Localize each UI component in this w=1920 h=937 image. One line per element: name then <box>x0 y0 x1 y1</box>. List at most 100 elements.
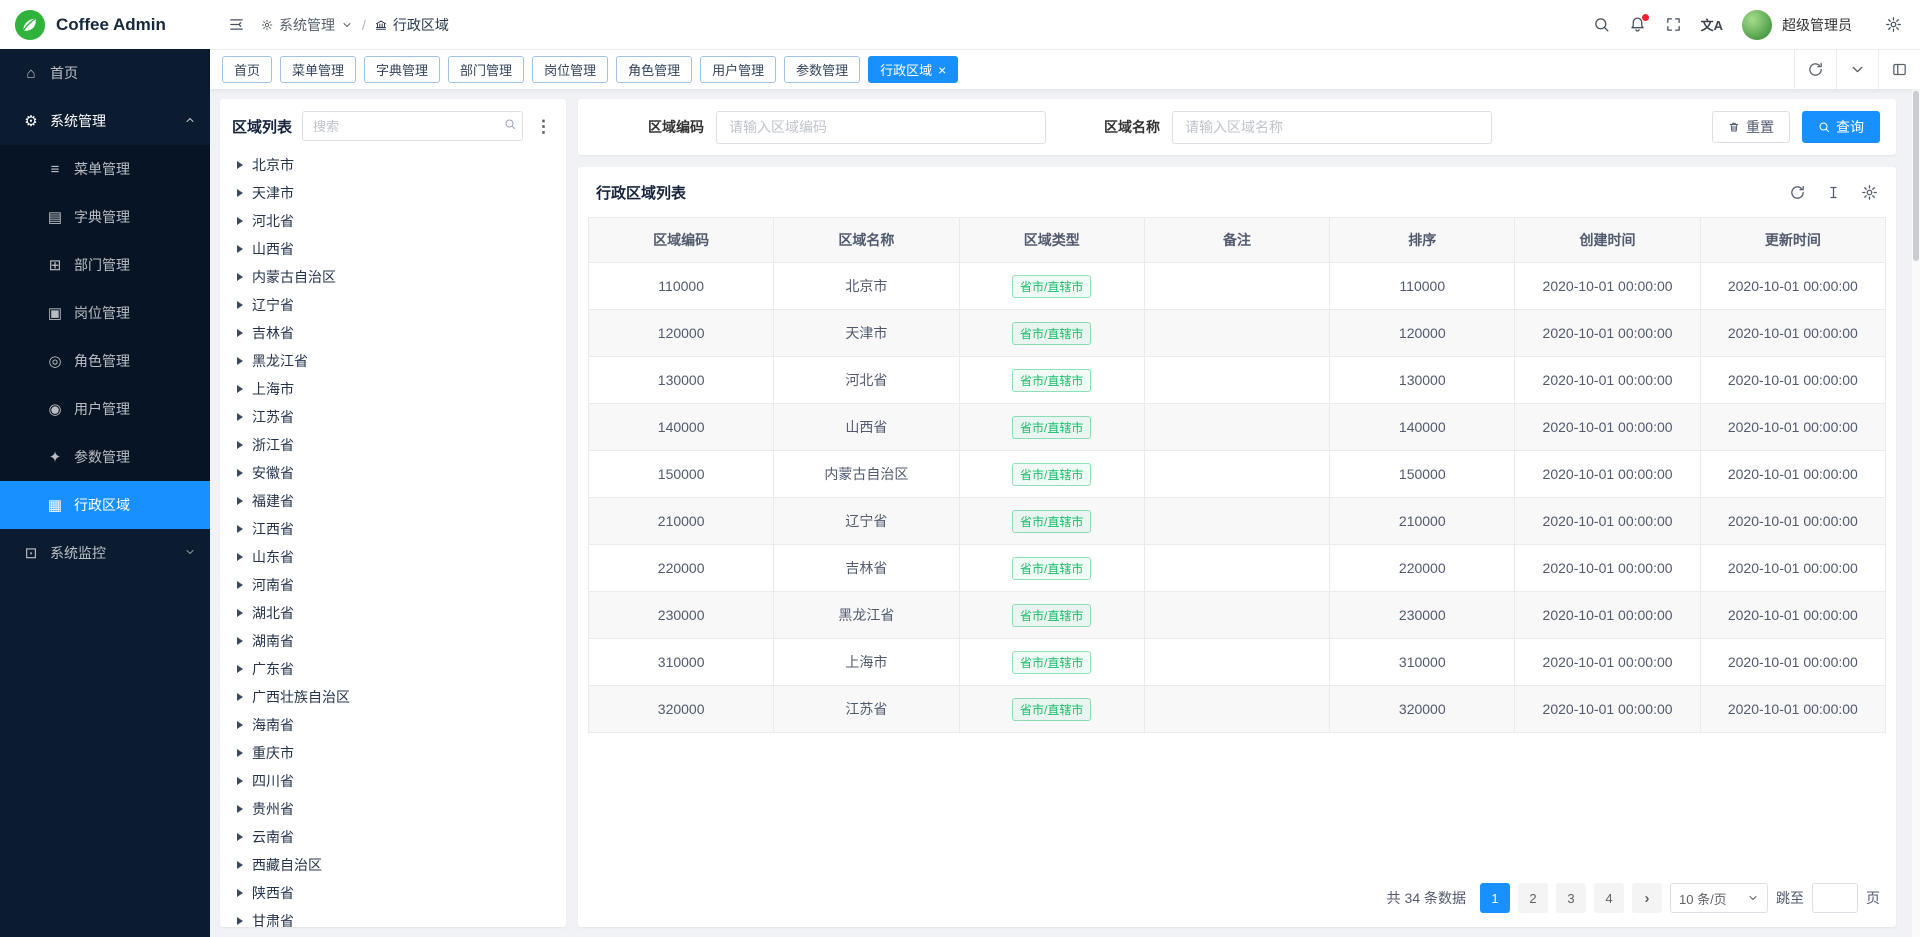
caret-right-icon[interactable] <box>237 413 243 421</box>
refresh-tabs-icon[interactable] <box>1794 50 1836 89</box>
layout-expand-icon[interactable] <box>1878 50 1920 89</box>
sidebar-collapse-icon[interactable] <box>228 16 245 33</box>
tree-item[interactable]: 北京市 <box>220 151 566 179</box>
tab-close-icon[interactable]: × <box>938 63 946 77</box>
tree-item[interactable]: 安徽省 <box>220 459 566 487</box>
user-name[interactable]: 超级管理员 <box>1782 15 1852 35</box>
tree-item[interactable]: 贵州省 <box>220 795 566 823</box>
caret-right-icon[interactable] <box>237 721 243 729</box>
table-row[interactable]: 140000 山西省 省市/直辖市 140000 2020-10-01 00:0… <box>589 404 1886 451</box>
caret-right-icon[interactable] <box>237 161 243 169</box>
caret-right-icon[interactable] <box>237 497 243 505</box>
settings-gear-icon[interactable] <box>1885 16 1902 33</box>
tab[interactable]: 角色管理 <box>616 56 692 83</box>
notification-bell-icon[interactable] <box>1629 16 1646 33</box>
tree-item[interactable]: 黑龙江省 <box>220 347 566 375</box>
sidebar-item[interactable]: ▦ 行政区域 <box>0 481 210 529</box>
sidebar-group-monitor[interactable]: ⊡ 系统监控 <box>0 529 210 577</box>
caret-right-icon[interactable] <box>237 665 243 673</box>
tree-item[interactable]: 吉林省 <box>220 319 566 347</box>
search-icon[interactable] <box>1593 16 1610 33</box>
reset-button[interactable]: 重置 <box>1712 111 1790 143</box>
tree-item[interactable]: 上海市 <box>220 375 566 403</box>
page-button[interactable]: 4 <box>1594 883 1624 913</box>
sidebar-item[interactable]: ≡ 菜单管理 <box>0 145 210 193</box>
sidebar-item[interactable]: ◎ 角色管理 <box>0 337 210 385</box>
caret-right-icon[interactable] <box>237 357 243 365</box>
tree-item[interactable]: 云南省 <box>220 823 566 851</box>
tree-item[interactable]: 广西壮族自治区 <box>220 683 566 711</box>
tree-item[interactable]: 江苏省 <box>220 403 566 431</box>
page-button[interactable]: 1 <box>1480 883 1510 913</box>
next-page-button[interactable]: › <box>1632 883 1662 913</box>
sidebar-item-home[interactable]: ⌂ 首页 <box>0 49 210 97</box>
caret-right-icon[interactable] <box>237 301 243 309</box>
page-button[interactable]: 3 <box>1556 883 1586 913</box>
tree-item[interactable]: 福建省 <box>220 487 566 515</box>
tree-item[interactable]: 天津市 <box>220 179 566 207</box>
search-button[interactable]: 查询 <box>1802 111 1880 143</box>
sidebar-item[interactable]: ◉ 用户管理 <box>0 385 210 433</box>
sidebar-item[interactable]: ▤ 字典管理 <box>0 193 210 241</box>
table-row[interactable]: 120000 天津市 省市/直辖市 120000 2020-10-01 00:0… <box>589 310 1886 357</box>
refresh-icon[interactable] <box>1789 184 1806 201</box>
caret-right-icon[interactable] <box>237 217 243 225</box>
table-row[interactable]: 130000 河北省 省市/直辖市 130000 2020-10-01 00:0… <box>589 357 1886 404</box>
tree-item[interactable]: 甘肃省 <box>220 907 566 927</box>
page-button[interactable]: 2 <box>1518 883 1548 913</box>
tree-item[interactable]: 河北省 <box>220 207 566 235</box>
tab[interactable]: 首页 <box>222 56 272 83</box>
tree-item[interactable]: 湖南省 <box>220 627 566 655</box>
caret-right-icon[interactable] <box>237 749 243 757</box>
tree-item[interactable]: 重庆市 <box>220 739 566 767</box>
caret-right-icon[interactable] <box>237 833 243 841</box>
caret-right-icon[interactable] <box>237 637 243 645</box>
sidebar-group-system[interactable]: ⚙ 系统管理 <box>0 97 210 145</box>
tab[interactable]: 部门管理 <box>448 56 524 83</box>
jump-page-input[interactable] <box>1812 883 1858 913</box>
tree-item[interactable]: 内蒙古自治区 <box>220 263 566 291</box>
tree-item[interactable]: 浙江省 <box>220 431 566 459</box>
column-settings-gear-icon[interactable] <box>1861 184 1878 201</box>
more-options-icon[interactable]: ⋮ <box>533 118 554 135</box>
tree-item[interactable]: 广东省 <box>220 655 566 683</box>
sidebar-item[interactable]: ⊞ 部门管理 <box>0 241 210 289</box>
tree-item[interactable]: 山西省 <box>220 235 566 263</box>
caret-right-icon[interactable] <box>237 273 243 281</box>
caret-right-icon[interactable] <box>237 441 243 449</box>
table-row[interactable]: 230000 黑龙江省 省市/直辖市 230000 2020-10-01 00:… <box>589 592 1886 639</box>
table-row[interactable]: 220000 吉林省 省市/直辖市 220000 2020-10-01 00:0… <box>589 545 1886 592</box>
page-size-select[interactable]: 10 条/页 <box>1670 883 1768 913</box>
table-row[interactable]: 310000 上海市 省市/直辖市 310000 2020-10-01 00:0… <box>589 639 1886 686</box>
sidebar-item[interactable]: ✦ 参数管理 <box>0 433 210 481</box>
table-row[interactable]: 150000 内蒙古自治区 省市/直辖市 150000 2020-10-01 0… <box>589 451 1886 498</box>
tab[interactable]: 用户管理 <box>700 56 776 83</box>
tree-item[interactable]: 河南省 <box>220 571 566 599</box>
page-scrollbar[interactable] <box>1912 89 1920 937</box>
tree-item[interactable]: 四川省 <box>220 767 566 795</box>
tabs-dropdown-icon[interactable] <box>1836 50 1878 89</box>
caret-right-icon[interactable] <box>237 189 243 197</box>
table-row[interactable]: 210000 辽宁省 省市/直辖市 210000 2020-10-01 00:0… <box>589 498 1886 545</box>
caret-right-icon[interactable] <box>237 385 243 393</box>
caret-right-icon[interactable] <box>237 553 243 561</box>
caret-right-icon[interactable] <box>237 777 243 785</box>
region-code-input[interactable] <box>716 111 1046 144</box>
tree-item[interactable]: 湖北省 <box>220 599 566 627</box>
tree-item[interactable]: 山东省 <box>220 543 566 571</box>
tab[interactable]: 字典管理 <box>364 56 440 83</box>
table-row[interactable]: 320000 江苏省 省市/直辖市 320000 2020-10-01 00:0… <box>589 686 1886 733</box>
fullscreen-icon[interactable] <box>1665 16 1682 33</box>
caret-right-icon[interactable] <box>237 693 243 701</box>
tab[interactable]: 菜单管理 <box>280 56 356 83</box>
density-icon[interactable] <box>1825 184 1842 201</box>
caret-right-icon[interactable] <box>237 525 243 533</box>
table-row[interactable]: 110000 北京市 省市/直辖市 110000 2020-10-01 00:0… <box>589 263 1886 310</box>
breadcrumb-item-system[interactable]: 系统管理 <box>261 15 353 35</box>
region-name-input[interactable] <box>1172 111 1492 144</box>
avatar[interactable] <box>1742 10 1772 40</box>
tab[interactable]: 参数管理 <box>784 56 860 83</box>
caret-right-icon[interactable] <box>237 805 243 813</box>
translate-icon[interactable]: 文A <box>1701 15 1723 34</box>
tree-item[interactable]: 辽宁省 <box>220 291 566 319</box>
